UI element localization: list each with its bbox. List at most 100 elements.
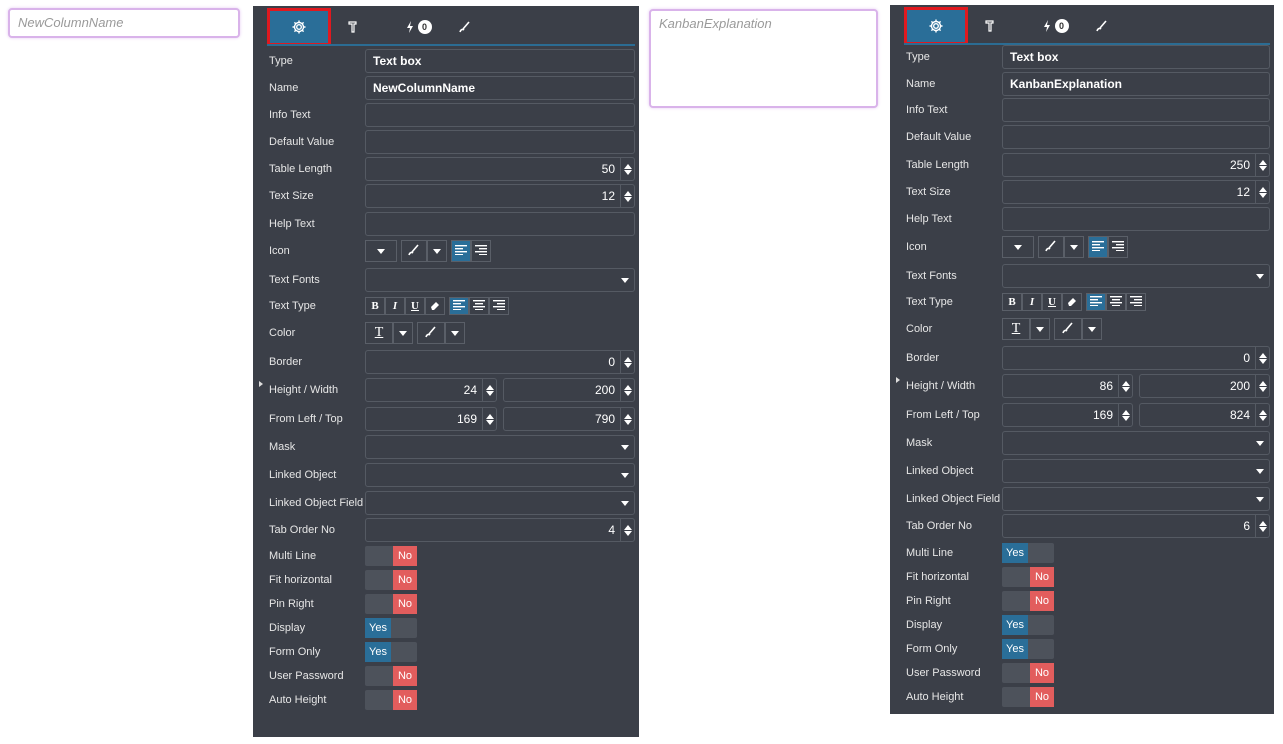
stepper-arrows-icon[interactable] xyxy=(620,350,634,374)
linked-object-select[interactable] xyxy=(1002,459,1270,483)
tab-format[interactable] xyxy=(978,11,1002,41)
stepper-arrows-icon[interactable] xyxy=(1255,153,1269,177)
icon-dropdown[interactable] xyxy=(1002,236,1034,258)
mask-select[interactable] xyxy=(365,435,635,459)
stepper-arrows-icon[interactable] xyxy=(620,518,634,542)
help-text-field[interactable] xyxy=(1002,207,1270,231)
tab-events[interactable]: 0 xyxy=(401,12,435,42)
background-color-button[interactable] xyxy=(417,322,445,344)
name-field[interactable]: KanbanExplanation xyxy=(1002,72,1270,96)
tab-style[interactable] xyxy=(453,12,477,42)
width-stepper[interactable]: 200 xyxy=(1139,374,1270,398)
height-stepper[interactable]: 24 xyxy=(365,378,497,402)
text-size-stepper[interactable]: 12 xyxy=(365,184,635,208)
text-align-left-button[interactable] xyxy=(449,297,469,315)
help-text-field[interactable] xyxy=(365,212,635,236)
text-fonts-select[interactable] xyxy=(1002,264,1270,288)
icon-color-dropdown[interactable] xyxy=(1064,236,1084,258)
left-stepper[interactable]: 169 xyxy=(1002,403,1133,427)
icon-align-right-button[interactable] xyxy=(471,240,491,262)
icon-align-left-button[interactable] xyxy=(451,240,471,262)
top-stepper[interactable]: 790 xyxy=(503,407,635,431)
text-align-center-button[interactable] xyxy=(1106,293,1126,311)
stepper-arrows-icon[interactable] xyxy=(482,378,496,402)
stepper-arrows-icon[interactable] xyxy=(1118,403,1132,427)
stepper-arrows-icon[interactable] xyxy=(482,407,496,431)
stepper-arrows-icon[interactable] xyxy=(620,407,634,431)
toggle-form-only[interactable]: Yes xyxy=(365,642,417,662)
icon-color-button[interactable] xyxy=(401,240,427,262)
text-color-button[interactable]: T xyxy=(1002,318,1030,340)
expand-arrow-icon[interactable] xyxy=(896,377,900,383)
icon-color-dropdown[interactable] xyxy=(427,240,447,262)
info-text-field[interactable] xyxy=(365,103,635,127)
text-fonts-select[interactable] xyxy=(365,268,635,292)
clear-format-button[interactable] xyxy=(1062,293,1082,311)
text-align-right-button[interactable] xyxy=(1126,293,1146,311)
expand-arrow-icon[interactable] xyxy=(259,381,263,387)
default-value-field[interactable] xyxy=(1002,125,1270,149)
toggle-fit-horizontal[interactable]: No xyxy=(365,570,417,590)
preview-textbox-kanbanexplanation[interactable]: KanbanExplanation xyxy=(649,9,878,108)
toggle-form-only[interactable]: Yes xyxy=(1002,639,1054,659)
icon-dropdown[interactable] xyxy=(365,240,397,262)
stepper-arrows-icon[interactable] xyxy=(620,157,634,181)
toggle-multi-line[interactable]: Yes xyxy=(1002,543,1054,563)
tab-format[interactable] xyxy=(341,12,365,42)
toggle-auto-height[interactable]: No xyxy=(365,690,417,710)
left-stepper[interactable]: 169 xyxy=(365,407,497,431)
stepper-arrows-icon[interactable] xyxy=(1255,346,1269,370)
text-align-left-button[interactable] xyxy=(1086,293,1106,311)
toggle-pin-right[interactable]: No xyxy=(365,594,417,614)
linked-object-field-select[interactable] xyxy=(1002,487,1270,511)
tab-properties[interactable] xyxy=(904,7,968,45)
text-color-button[interactable]: T xyxy=(365,322,393,344)
background-color-dropdown[interactable] xyxy=(445,322,465,344)
toggle-display[interactable]: Yes xyxy=(365,618,417,638)
bold-button[interactable]: B xyxy=(365,297,385,315)
icon-align-left-button[interactable] xyxy=(1088,236,1108,258)
width-stepper[interactable]: 200 xyxy=(503,378,635,402)
linked-object-select[interactable] xyxy=(365,463,635,487)
underline-button[interactable]: U xyxy=(1042,293,1062,311)
info-text-field[interactable] xyxy=(1002,98,1270,122)
icon-align-right-button[interactable] xyxy=(1108,236,1128,258)
height-stepper[interactable]: 86 xyxy=(1002,374,1133,398)
stepper-arrows-icon[interactable] xyxy=(1118,374,1132,398)
stepper-arrows-icon[interactable] xyxy=(1255,403,1269,427)
linked-object-field-select[interactable] xyxy=(365,491,635,515)
text-align-center-button[interactable] xyxy=(469,297,489,315)
tab-properties[interactable] xyxy=(267,8,331,46)
italic-button[interactable]: I xyxy=(385,297,405,315)
clear-format-button[interactable] xyxy=(425,297,445,315)
table-length-stepper[interactable]: 50 xyxy=(365,157,635,181)
top-stepper[interactable]: 824 xyxy=(1139,403,1270,427)
border-stepper[interactable]: 0 xyxy=(1002,346,1270,370)
toggle-fit-horizontal[interactable]: No xyxy=(1002,567,1054,587)
background-color-button[interactable] xyxy=(1054,318,1082,340)
tab-order-stepper[interactable]: 4 xyxy=(365,518,635,542)
bold-button[interactable]: B xyxy=(1002,293,1022,311)
name-field[interactable]: NewColumnName xyxy=(365,76,635,100)
text-color-dropdown[interactable] xyxy=(393,322,413,344)
toggle-multi-line[interactable]: No xyxy=(365,546,417,566)
toggle-display[interactable]: Yes xyxy=(1002,615,1054,635)
toggle-user-password[interactable]: No xyxy=(365,666,417,686)
italic-button[interactable]: I xyxy=(1022,293,1042,311)
text-color-dropdown[interactable] xyxy=(1030,318,1050,340)
stepper-arrows-icon[interactable] xyxy=(620,378,634,402)
text-align-right-button[interactable] xyxy=(489,297,509,315)
tab-style[interactable] xyxy=(1090,11,1114,41)
stepper-arrows-icon[interactable] xyxy=(1255,180,1269,204)
mask-select[interactable] xyxy=(1002,431,1270,455)
stepper-arrows-icon[interactable] xyxy=(1255,514,1269,538)
preview-textbox-newcolumnname[interactable]: NewColumnName xyxy=(8,8,240,38)
border-stepper[interactable]: 0 xyxy=(365,350,635,374)
text-size-stepper[interactable]: 12 xyxy=(1002,180,1270,204)
tab-events[interactable]: 0 xyxy=(1038,11,1072,41)
tab-order-stepper[interactable]: 6 xyxy=(1002,514,1270,538)
default-value-field[interactable] xyxy=(365,130,635,154)
stepper-arrows-icon[interactable] xyxy=(620,184,634,208)
table-length-stepper[interactable]: 250 xyxy=(1002,153,1270,177)
type-field[interactable]: Text box xyxy=(365,49,635,73)
